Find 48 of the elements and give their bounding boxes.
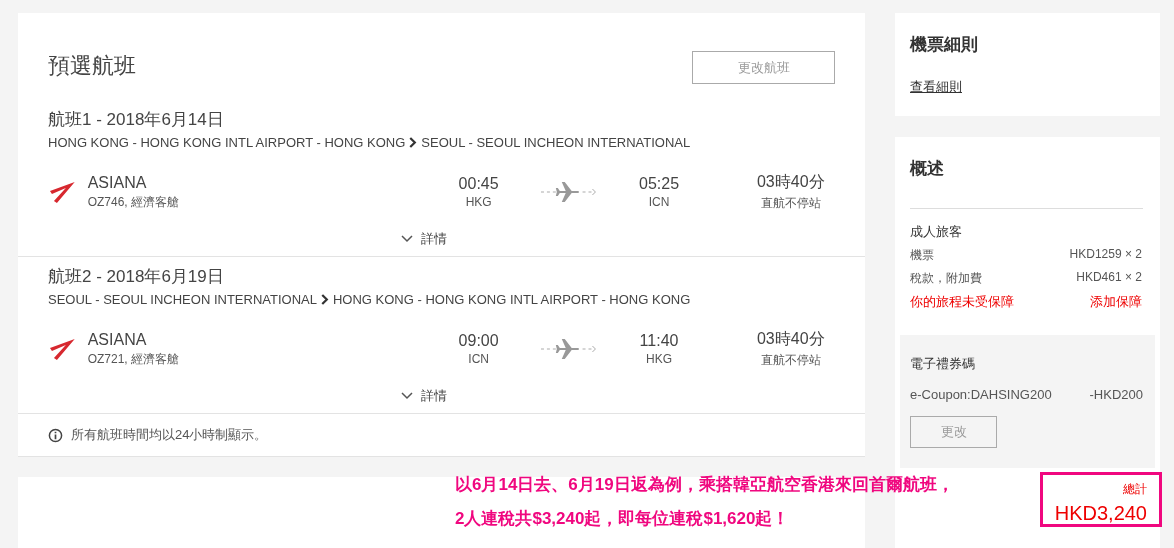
origin-text: HONG KONG - HONG KONG INTL AIRPORT - HONG KONG [48,135,406,150]
page-title: 預選航班 [48,51,136,80]
duration-text: 03時40分 [755,329,826,349]
airport-code: ICN [467,352,490,366]
warning-text: 你的旅程未受保障 [910,293,1014,311]
fare-label: 機票 [910,247,934,264]
summary-title: 概述 [910,158,945,180]
origin-text: SEOUL - SEOUL INCHEON INTERNATIONAL [48,292,317,307]
flight-info: OZ746, 經濟客艙 [87,193,181,211]
airport-code: ICN [647,195,671,209]
section-title: 成人旅客 [910,223,963,241]
stops-text: 直航不停站 [759,352,822,369]
chevron-right-icon [320,294,329,305]
arrival-time: 05:25 [638,175,681,193]
airline-name: ASIANA [87,330,148,349]
coupon-amount: -HKD200 [1089,387,1143,402]
fare-label: 稅款，附加費 [910,270,982,287]
annotation-text: 以6月14日去、6月19日返為例，乘搭韓亞航空香港來回首爾航班， [455,474,954,496]
annotation-text: 2人連稅共$3,240起，即每位連稅$1,620起！ [455,508,791,530]
chevron-down-icon [401,235,413,243]
details-toggle[interactable]: 詳情 [401,387,447,405]
destination-text: SEOUL - SEOUL INCHEON INTERNATIONAL [421,135,691,150]
airport-code: HKG [645,352,674,366]
destination-text: HONG KONG - HONG KONG INTL AIRPORT - HONG KONG [332,292,691,307]
flight-heading: 航班1 - 2018年6月14日 [48,109,225,131]
fare-value: HKD1259 × 2 [1069,247,1142,263]
info-icon [48,427,63,443]
coupon-code: e-Coupon:DAHSING200 [910,387,1052,402]
coupon-title: 電子禮券碼 [910,355,976,373]
stops-text: 直航不停站 [759,195,822,212]
flight-heading: 航班2 - 2018年6月19日 [48,266,225,288]
rules-title: 機票細則 [910,34,979,56]
total-label: 總計 [1122,481,1147,498]
arrival-time: 11:40 [638,332,680,350]
airport-code: HKG [464,195,493,209]
departure-time: 00:45 [457,175,500,193]
duration-text: 03時40分 [755,172,826,192]
details-toggle[interactable]: 詳情 [401,230,447,248]
view-rules-link[interactable]: 查看細則 [910,78,962,96]
flight-info: OZ721, 經濟客艙 [87,350,181,368]
fare-value: HKD461 × 2 [1076,270,1142,286]
chevron-down-icon [401,392,413,400]
note-text: 所有航班時間均以24小時制顯示。 [71,426,268,444]
chevron-right-icon [409,137,418,148]
departure-time: 09:00 [457,332,500,350]
add-protection-link[interactable]: 添加保障 [1090,293,1142,311]
airline-name: ASIANA [87,173,148,192]
total-price: HKD3,240 [1053,502,1147,525]
